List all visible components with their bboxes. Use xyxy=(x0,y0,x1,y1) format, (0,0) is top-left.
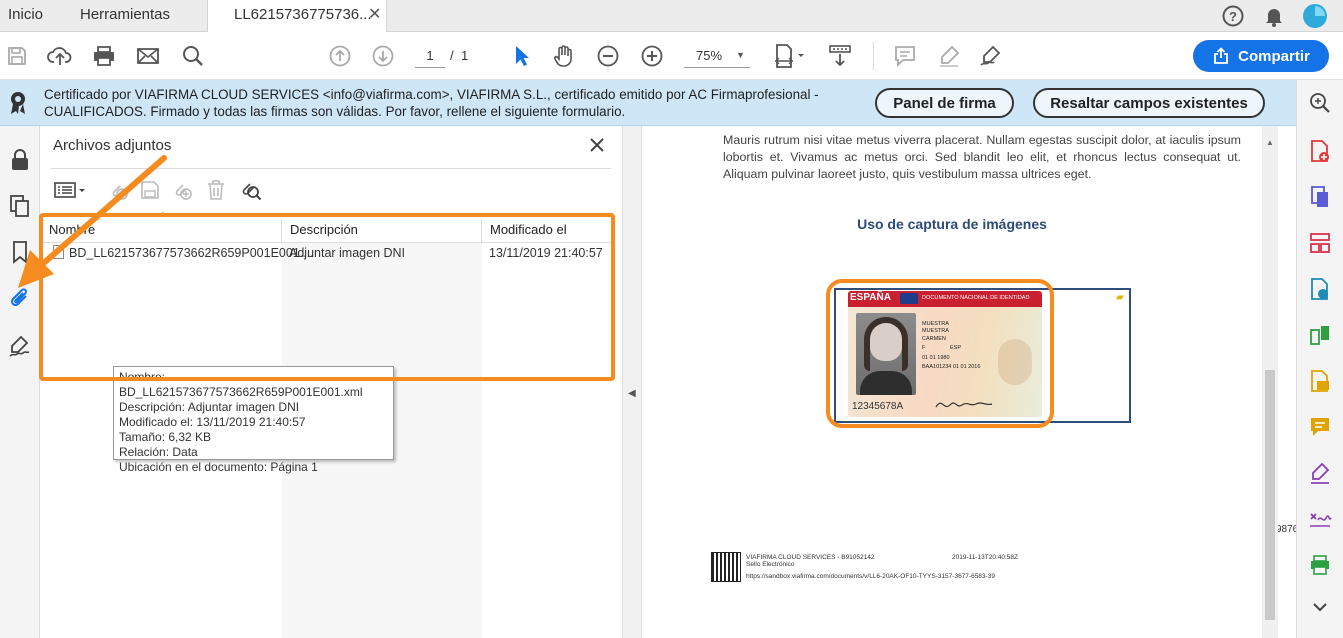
create-pdf-icon[interactable] xyxy=(1305,136,1335,166)
zoom-tool-icon[interactable] xyxy=(1305,88,1335,118)
email-icon[interactable] xyxy=(134,42,162,70)
zoom-value: 75% xyxy=(696,48,723,63)
footer-seal: Sello Electrónico xyxy=(746,561,795,568)
next-page-icon[interactable] xyxy=(369,42,397,70)
comment-tool-icon[interactable] xyxy=(1305,412,1335,442)
scrollbar-thumb[interactable] xyxy=(1265,370,1275,620)
main-toolbar: 1 / 1 75% ▼ Compartir xyxy=(0,32,1343,80)
zoom-out-icon[interactable] xyxy=(594,42,622,70)
cloud-upload-icon[interactable] xyxy=(46,42,74,70)
combine-files-icon[interactable] xyxy=(1305,320,1335,350)
print-icon[interactable] xyxy=(90,42,118,70)
share-button[interactable]: Compartir xyxy=(1193,40,1329,72)
svg-text:?: ? xyxy=(1229,9,1237,24)
close-tab-icon[interactable]: ✕ xyxy=(368,0,381,30)
tab-document-label: LL6215736775736... xyxy=(234,6,372,23)
tab-bar: Inicio Herramientas LL6215736775736... ✕… xyxy=(0,0,1343,33)
user-avatar[interactable] xyxy=(1302,3,1328,29)
search-attachments-icon[interactable] xyxy=(237,177,263,203)
search-icon[interactable] xyxy=(179,42,207,70)
footer-company: VIAFIRMA CLOUD SERVICES - B91052142 xyxy=(746,554,875,561)
scroll-mode-icon[interactable] xyxy=(826,42,854,70)
fill-sign-icon[interactable] xyxy=(978,42,1006,70)
page-separator: / xyxy=(450,48,454,63)
panel-splitter[interactable]: ◀ xyxy=(622,126,642,638)
zoom-in-icon[interactable] xyxy=(638,42,666,70)
notifications-bell-icon[interactable] xyxy=(1262,4,1286,28)
collapse-panel-icon[interactable]: ◀ xyxy=(628,388,636,399)
signature-banner: Certificado por VIAFIRMA CLOUD SERVICES … xyxy=(0,80,1296,126)
note-comment-icon[interactable]: ▰ xyxy=(1116,292,1124,303)
delete-trash-icon[interactable] xyxy=(203,177,229,203)
document-scrollbar[interactable]: ▲ xyxy=(1262,126,1278,638)
save-icon[interactable] xyxy=(3,42,31,70)
footer-url: https://sandbox.viafirma.com/documents/v… xyxy=(746,573,995,580)
tooltip-line: Relación: Data xyxy=(119,445,198,459)
document-paragraph: Mauris rutrum nisi vitae metus viverra p… xyxy=(723,133,1241,181)
signatures-icon[interactable] xyxy=(4,330,36,362)
tooltip-line: Descripción: Adjuntar imagen DNI xyxy=(119,400,300,414)
document-heading: Uso de captura de imágenes xyxy=(857,216,1047,232)
hand-tool-icon[interactable] xyxy=(550,42,578,70)
export-pdf-icon[interactable] xyxy=(1305,182,1335,212)
zoom-select[interactable]: 75% ▼ xyxy=(684,44,750,68)
highlight-pen-icon[interactable] xyxy=(935,42,963,70)
page-number-input[interactable]: 1 xyxy=(415,44,445,68)
sign-tool-icon[interactable] xyxy=(1305,458,1335,488)
certificate-badge-icon xyxy=(9,91,27,115)
previous-page-icon[interactable] xyxy=(326,42,354,70)
send-for-review-icon[interactable] xyxy=(1305,274,1335,304)
help-icon[interactable]: ? xyxy=(1221,4,1245,28)
tooltip-line: Tamaño: 6,32 KB xyxy=(119,430,212,444)
comment-icon[interactable] xyxy=(891,42,919,70)
print-production-icon[interactable] xyxy=(1305,550,1335,580)
select-cursor-icon[interactable] xyxy=(507,42,535,70)
expand-tools-chevron-icon[interactable] xyxy=(1305,592,1335,622)
organize-pages-icon[interactable] xyxy=(1305,228,1335,258)
fill-and-sign-icon[interactable] xyxy=(1305,504,1335,534)
annotation-arrow-icon xyxy=(18,155,167,288)
scroll-up-icon[interactable]: ▲ xyxy=(1266,138,1274,147)
page-fit-icon[interactable] xyxy=(772,42,808,70)
fill-form-icon[interactable] xyxy=(1305,366,1335,396)
sign-panel-button[interactable]: Panel de firma xyxy=(875,88,1014,118)
tooltip-line: Ubicación en el documento: Página 1 xyxy=(119,460,318,474)
signature-banner-message: Certificado por VIAFIRMA CLOUD SERVICES … xyxy=(44,87,819,119)
add-attachment-icon[interactable] xyxy=(169,177,195,203)
document-footer: VIAFIRMA CLOUD SERVICES - B91052142 Sell… xyxy=(711,552,1052,584)
right-tools-rail xyxy=(1296,80,1343,638)
tab-home[interactable]: Inicio xyxy=(8,0,43,32)
footer-timestamp: 2019-11-13T20:40:58Z xyxy=(952,554,1019,561)
tooltip-line: Modificado el: 13/11/2019 21:40:57 xyxy=(119,415,306,429)
tab-tools[interactable]: Herramientas xyxy=(80,0,170,32)
close-panel-icon[interactable] xyxy=(586,134,608,156)
toolbar-separator xyxy=(873,42,874,70)
chevron-down-icon: ▼ xyxy=(736,50,745,60)
share-button-label: Compartir xyxy=(1238,47,1310,65)
share-upload-icon xyxy=(1214,47,1229,64)
highlight-fields-button[interactable]: Resaltar campos existentes xyxy=(1033,88,1265,118)
tab-document[interactable]: LL6215736775736... ✕ xyxy=(207,0,387,33)
page-total: 1 xyxy=(461,48,469,63)
qr-code-icon xyxy=(711,552,741,582)
id-image-highlight-box xyxy=(826,279,1054,428)
